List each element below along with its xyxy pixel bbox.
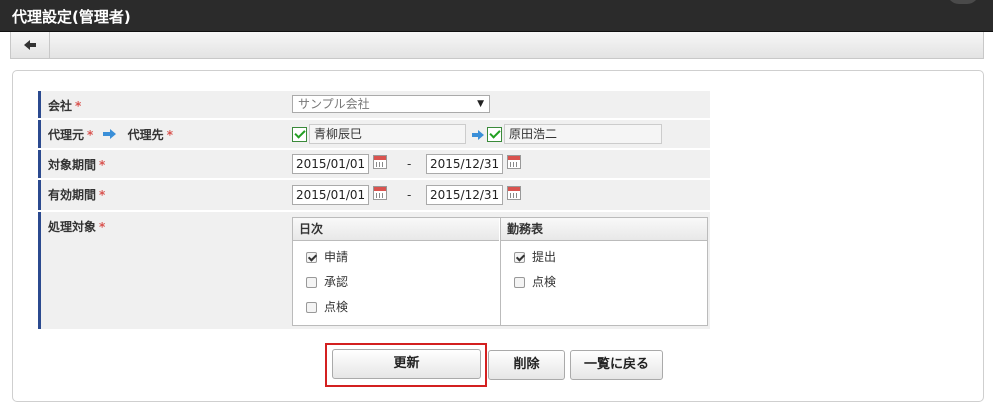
back-button[interactable] bbox=[11, 32, 50, 58]
chevron-down-icon: ▼ bbox=[477, 99, 484, 109]
targets-label: 処理対象 * bbox=[38, 212, 286, 329]
valid-period-start-input[interactable]: 2015/01/01 bbox=[292, 185, 369, 205]
update-button[interactable]: 更新 bbox=[332, 349, 481, 379]
calendar-icon[interactable] bbox=[507, 155, 521, 169]
valid-period-row: 有効期間 * 2015/01/01 - 2015/12/31 bbox=[38, 180, 710, 210]
calendar-icon[interactable] bbox=[373, 186, 387, 200]
toolbar bbox=[10, 32, 984, 59]
calendar-icon[interactable] bbox=[507, 186, 521, 200]
checkbox-checked[interactable] bbox=[306, 252, 317, 263]
valid-period-end-input[interactable]: 2015/12/31 bbox=[426, 185, 503, 205]
checkbox-unchecked[interactable] bbox=[306, 302, 317, 313]
arrow-left-icon bbox=[24, 40, 36, 50]
target-period-start-input[interactable]: 2015/01/01 bbox=[292, 154, 369, 174]
target-period-row: 対象期間 * 2015/01/01 - 2015/12/31 bbox=[38, 150, 710, 178]
targets-row: 処理対象 * 日次 申請 承認 点検 勤務表 提出 点検 bbox=[38, 212, 710, 329]
calendar-icon[interactable] bbox=[373, 155, 387, 169]
valid-period-label: 有効期間 * bbox=[38, 180, 286, 210]
page-title: 代理設定(管理者) bbox=[12, 8, 131, 26]
required-mark: * bbox=[75, 99, 82, 113]
target-period-label: 対象期間 * bbox=[38, 150, 286, 178]
column-header: 勤務表 bbox=[501, 218, 707, 241]
checkbox-unchecked[interactable] bbox=[514, 277, 525, 288]
back-to-list-button[interactable]: 一覧に戻る bbox=[570, 350, 663, 380]
company-label: 会社 * bbox=[38, 91, 286, 118]
column-header: 日次 bbox=[293, 218, 499, 241]
company-select-value: サンプル会社 bbox=[298, 97, 370, 111]
arrow-right-icon bbox=[103, 129, 117, 139]
checkbox-unchecked[interactable] bbox=[306, 277, 317, 288]
proxy-to-field[interactable]: 原田浩二 bbox=[504, 124, 662, 144]
delete-button[interactable]: 削除 bbox=[488, 350, 565, 380]
arrow-right-icon bbox=[472, 130, 484, 140]
company-row: 会社 * サンプル会社 ▼ bbox=[38, 91, 710, 118]
targets-table: 日次 申請 承認 点検 勤務表 提出 点検 bbox=[292, 217, 708, 326]
company-select[interactable]: サンプル会社 ▼ bbox=[292, 95, 490, 113]
checkbox-checked[interactable] bbox=[514, 252, 525, 263]
proxy-to-check-icon bbox=[487, 127, 502, 142]
proxy-from-check-icon bbox=[292, 127, 307, 142]
user-menu-corner[interactable] bbox=[947, 0, 979, 4]
daily-column: 日次 申請 承認 点検 bbox=[293, 218, 499, 325]
period-separator: - bbox=[407, 157, 412, 171]
proxy-from-field[interactable]: 青柳辰巳 bbox=[309, 124, 466, 144]
proxy-label: 代理元 * 代理先 * bbox=[38, 120, 286, 148]
title-bar: 代理設定(管理者) bbox=[0, 0, 993, 32]
target-period-end-input[interactable]: 2015/12/31 bbox=[426, 154, 503, 174]
timesheet-column: 勤務表 提出 点検 bbox=[500, 218, 707, 325]
proxy-row: 代理元 * 代理先 * 青柳辰巳 原田浩二 bbox=[38, 120, 710, 148]
period-separator: - bbox=[407, 188, 412, 202]
